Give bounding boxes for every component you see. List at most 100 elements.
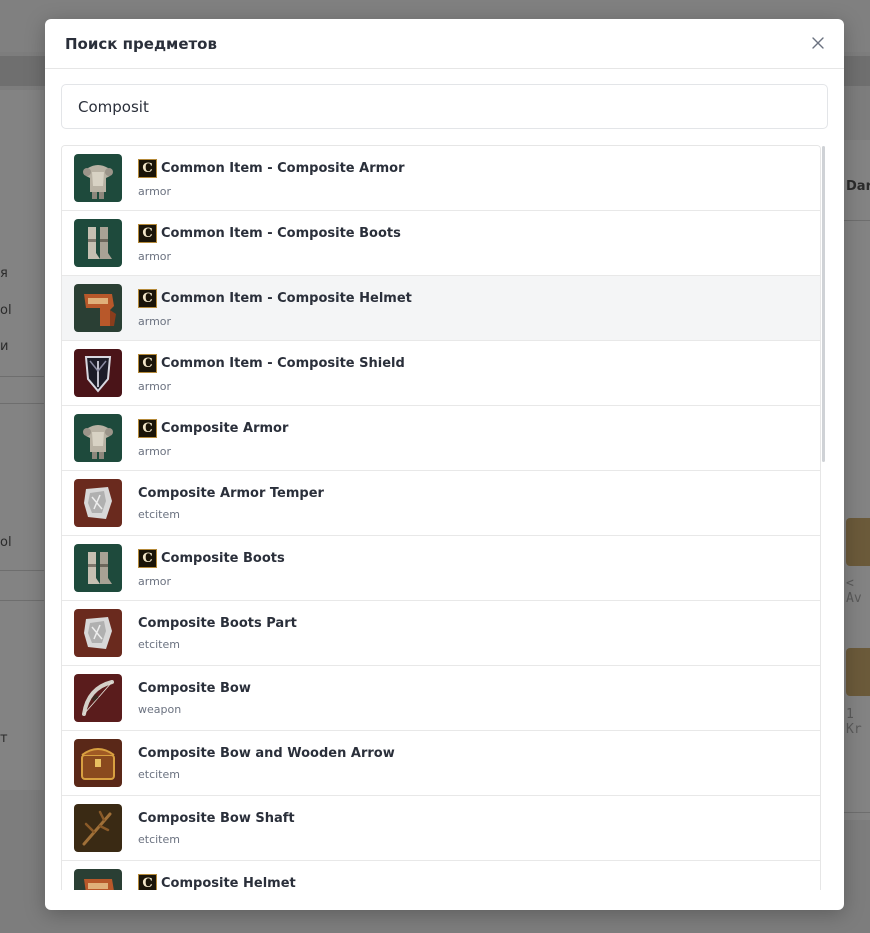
item-search-modal: Поиск предметов CCommon Item - Composite… — [45, 19, 844, 910]
background-divider — [0, 570, 44, 571]
background-divider — [0, 376, 44, 377]
background-divider — [0, 600, 44, 601]
temper-icon — [74, 609, 122, 657]
result-name: Composite Helmet — [161, 875, 296, 891]
background-divider — [844, 812, 870, 813]
background-text: т — [0, 731, 8, 746]
background-text: я — [0, 266, 8, 281]
grade-c-icon: C — [138, 873, 157, 890]
results-scrollbar[interactable] — [822, 146, 825, 462]
result-info: Composite Armor Temper etcitem — [138, 486, 324, 521]
result-type: etcitem — [138, 767, 180, 781]
result-info: C Common Item - Composite Helmet armor — [138, 288, 412, 328]
result-name: Common Item - Composite Shield — [161, 355, 405, 371]
result-info: Composite Boots Part etcitem — [138, 616, 297, 651]
result-item[interactable]: C Composite Armor armor — [62, 406, 820, 471]
result-name-line: Composite Bow Shaft — [138, 811, 295, 826]
result-type: etcitem — [138, 637, 180, 651]
modal-title: Поиск предметов — [65, 34, 217, 53]
result-name: Composite Armor — [161, 420, 289, 436]
result-info: C Common Item - Composite Shield armor — [138, 353, 405, 393]
chest-icon — [74, 739, 122, 787]
result-type: armor — [138, 314, 172, 328]
modal-header: Поиск предметов — [45, 19, 844, 69]
grade-c-icon: C — [138, 223, 157, 243]
result-item[interactable]: CComposite Helmetarmor — [62, 861, 820, 890]
background-text: 1 Kr — [846, 707, 862, 737]
result-name-line: Composite Armor Temper — [138, 486, 324, 501]
result-name: Composite Bow Shaft — [138, 810, 295, 826]
close-icon — [812, 37, 824, 49]
search-input[interactable] — [62, 85, 827, 128]
result-type: weapon — [138, 702, 182, 716]
result-info: C Common Item - Composite Armor armor — [138, 158, 405, 198]
bow-icon — [74, 674, 122, 722]
result-type: etcitem — [138, 507, 180, 521]
result-name: Composite Bow — [138, 680, 251, 696]
background-text: ol — [0, 303, 12, 318]
result-item[interactable]: Composite Bow Shaft etcitem — [62, 796, 820, 861]
background-divider — [844, 220, 870, 221]
result-type: etcitem — [138, 832, 180, 846]
result-name-line: C Common Item - Composite Helmet — [138, 288, 412, 308]
grade-c-icon: C — [138, 158, 157, 178]
boots-icon — [74, 544, 122, 592]
result-name-line: C Common Item - Composite Shield — [138, 353, 405, 373]
background-text: < Av — [846, 576, 862, 606]
background-text: ol — [0, 535, 12, 550]
search-field[interactable] — [61, 84, 828, 129]
grade-c-icon: C — [138, 353, 157, 373]
result-name-line: C Common Item - Composite Boots — [138, 223, 401, 243]
result-name-line: Composite Boots Part — [138, 616, 297, 631]
result-name: Composite Armor Temper — [138, 485, 324, 501]
result-name: Composite Bow and Wooden Arrow — [138, 745, 395, 761]
result-type: armor — [138, 184, 172, 198]
boots-icon — [74, 219, 122, 267]
result-item[interactable]: Composite Armor Temper etcitem — [62, 471, 820, 536]
result-name: Common Item - Composite Armor — [161, 160, 405, 176]
result-item[interactable]: Composite Bow weapon — [62, 666, 820, 731]
result-name-line: Composite Bow — [138, 681, 251, 696]
temper-icon — [74, 479, 122, 527]
helmet-icon — [74, 284, 122, 332]
result-name: Common Item - Composite Helmet — [161, 290, 412, 306]
background-text: Dar — [846, 179, 870, 194]
result-type: armor — [138, 574, 172, 588]
result-name: Composite Boots Part — [138, 615, 297, 631]
result-info: Composite Bow weapon — [138, 681, 251, 716]
clan-emblem-icon — [846, 648, 870, 696]
result-item[interactable]: Composite Bow and Wooden Arrow etcitem — [62, 731, 820, 796]
result-item[interactable]: C Composite Boots armor — [62, 536, 820, 601]
close-button[interactable] — [810, 35, 826, 51]
result-name: Composite Boots — [161, 550, 285, 566]
background-divider — [0, 403, 44, 404]
result-info: C Composite Boots armor — [138, 548, 285, 588]
result-name-line: C Composite Boots — [138, 548, 285, 568]
plate-armor-icon — [74, 154, 122, 202]
result-type: armor — [138, 249, 172, 263]
result-info: CComposite Helmetarmor — [138, 873, 296, 891]
result-info: Composite Bow Shaft etcitem — [138, 811, 295, 846]
plate-armor-icon — [74, 414, 122, 462]
result-name-line: Composite Bow and Wooden Arrow — [138, 746, 395, 761]
result-info: Composite Bow and Wooden Arrow etcitem — [138, 746, 395, 781]
clan-emblem-icon — [846, 518, 870, 566]
result-name-line: C Composite Helmet — [138, 873, 296, 891]
grade-c-icon: C — [138, 418, 157, 438]
result-item[interactable]: C Common Item - Composite Helmet armor — [62, 276, 820, 341]
shield-icon — [74, 349, 122, 397]
results-list[interactable]: C Common Item - Composite Armor armor C Comm… — [61, 145, 821, 890]
result-type: armor — [138, 379, 172, 393]
grade-c-icon: C — [138, 548, 157, 568]
grade-c-icon: C — [138, 288, 157, 308]
background-sidebar — [0, 90, 44, 790]
helmet-icon — [74, 869, 122, 890]
result-info: C Common Item - Composite Boots armor — [138, 223, 401, 263]
result-name: Common Item - Composite Boots — [161, 225, 401, 241]
result-item[interactable]: Composite Boots Part etcitem — [62, 601, 820, 666]
result-item[interactable]: C Common Item - Composite Boots armor — [62, 211, 820, 276]
branch-icon — [74, 804, 122, 852]
result-name-line: C Composite Armor — [138, 418, 289, 438]
result-item[interactable]: C Common Item - Composite Shield armor — [62, 341, 820, 406]
result-item[interactable]: C Common Item - Composite Armor armor — [62, 146, 820, 211]
